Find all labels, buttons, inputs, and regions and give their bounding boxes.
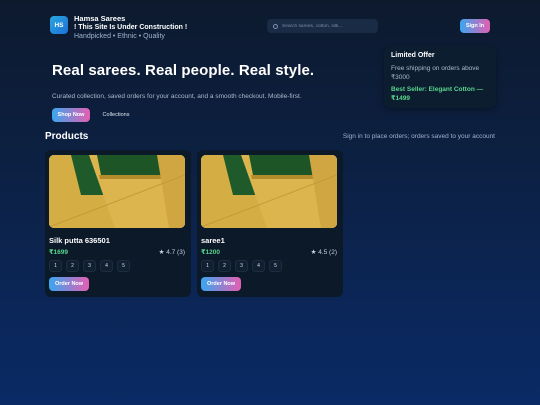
offer-card: Limited Offer Free shipping on orders ab… [384,46,496,108]
search-box[interactable] [267,19,378,33]
search-icon [273,23,278,29]
pager-button-1[interactable]: 1 [49,260,62,272]
products-title: Products [45,131,89,142]
product-rating: ★ 4.7 (3) [158,249,185,256]
brand-block: Hamsa Sarees ! This Site Is Under Constr… [74,14,187,41]
product-name[interactable]: saree1 [201,236,225,245]
hero-actions: Shop Now Collections [52,108,372,122]
image-pager: 1 2 3 4 5 [49,260,130,272]
pager-button-3[interactable]: 3 [235,260,248,272]
pager-button-3[interactable]: 3 [83,260,96,272]
pager-button-5[interactable]: 5 [117,260,130,272]
product-image[interactable] [49,155,185,228]
hero-section: Real sarees. Real people. Real style. Cu… [52,62,372,122]
order-now-button[interactable]: Order Now [201,277,241,291]
search-input[interactable] [282,23,372,29]
pager-button-2[interactable]: 2 [66,260,79,272]
product-image[interactable] [201,155,337,228]
sign-in-button[interactable]: Sign In [460,19,490,33]
pager-button-5[interactable]: 5 [269,260,282,272]
construction-notice: ! This Site Is Under Construction ! [74,24,188,31]
pager-button-1[interactable]: 1 [201,260,214,272]
pager-button-4[interactable]: 4 [252,260,265,272]
brand-tagline: Handpicked • Ethnic • Quality [74,33,165,40]
hero-title: Real sarees. Real people. Real style. [52,62,315,79]
hero-subtitle: Curated collection, saved orders for you… [52,93,302,100]
pager-button-4[interactable]: 4 [100,260,113,272]
product-card[interactable]: Silk putta 636501 ₹1699 ★ 4.7 (3) 1 2 3 … [45,150,191,297]
product-rating: ★ 4.5 (2) [310,249,337,256]
best-seller-text: Best Seller: Elegant Cotton — ₹1499 [391,86,484,102]
logo[interactable]: HS [50,16,68,34]
brand-name[interactable]: Hamsa Sarees [74,14,187,23]
site-header: HS Hamsa Sarees ! This Site Is Under Con… [50,14,490,42]
product-price: ₹1200 [201,249,220,256]
order-now-button[interactable]: Order Now [49,277,89,291]
product-card[interactable]: saree1 ₹1200 ★ 4.5 (2) 1 2 3 4 5 Order N… [197,150,343,297]
shop-now-button[interactable]: Shop Now [52,108,90,122]
offer-title: Limited Offer [391,52,435,59]
product-price: ₹1699 [49,249,68,256]
offer-text: Free shipping on orders above ₹3000 [391,65,480,81]
collections-button[interactable]: Collections [96,108,136,122]
image-pager: 1 2 3 4 5 [201,260,282,272]
products-note: Sign in to place orders; orders saved to… [342,133,495,140]
pager-button-2[interactable]: 2 [218,260,231,272]
product-name[interactable]: Silk putta 636501 [49,236,110,245]
